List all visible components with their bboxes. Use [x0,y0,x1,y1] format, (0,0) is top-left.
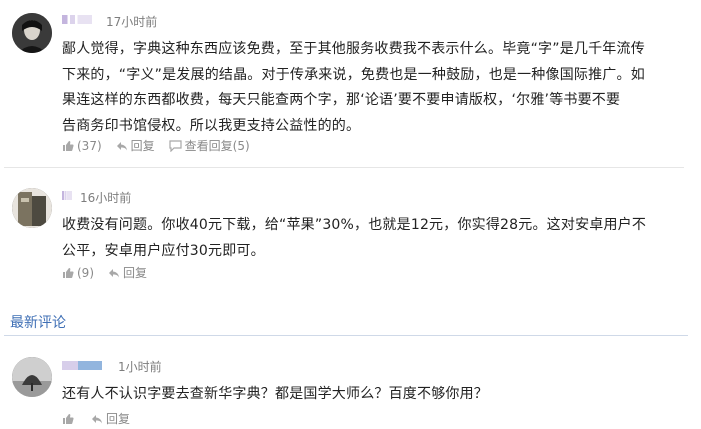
like-button[interactable]: (9) [62,266,94,280]
comment-item: 1小时前 还有人不认识字要去查新华字典？都是国学大师么？百度不够你用？ 回复 [0,340,701,429]
like-button[interactable]: (37) [62,139,102,153]
comment-actions: 回复 [62,410,144,427]
like-button[interactable] [62,413,77,425]
reply-arrow-icon [92,414,102,423]
comment-timestamp: 17小时前 [106,15,158,29]
comment-timestamp: 16小时前 [80,191,132,205]
comment-text-line: 鄙人觉得，字典这种东西应该免费，至于其他服务收费我不表示什么。毕竟“字”是几千年… [62,41,645,57]
view-replies-label: 查看回复(5) [184,139,250,153]
username[interactable] [62,191,72,200]
comment-item: 16小时前 收费没有问题。你收40元下载，给“苹果”30%，也就是12元，你实得… [0,170,701,290]
comment-text-line: 果连这样的东西都收费，每天只能查两个字，那‘论语’要不要申请版权，‘尔雅’等书要… [62,92,621,108]
reply-label: 回复 [123,266,148,280]
reply-button[interactable]: 回复 [116,137,155,154]
thumbs-up-icon [63,140,74,151]
comment-actions: (9) 回复 [62,264,161,281]
comment-text: 收费没有问题。你收40元下载，给“苹果”30%，也就是12元，你实得28元。这对… [62,213,692,264]
thumbs-up-icon [63,267,74,278]
like-count: (37) [77,138,102,153]
comment-text-line: 公平，安卓用户应付30元即可。 [62,242,265,259]
divider [4,335,688,336]
divider [4,167,684,168]
reply-arrow-icon [116,141,127,150]
avatar[interactable] [12,13,52,53]
reply-label: 回复 [106,412,131,426]
comment-text-line: 还有人不认识字要去查新华字典？都是国学大师么？百度不够你用？ [62,386,488,402]
speech-bubble-icon [169,139,182,152]
reply-arrow-icon [109,268,119,277]
username[interactable] [62,15,92,24]
reply-button[interactable]: 回复 [91,410,130,427]
comment-text-line: 收费没有问题。你收40元下载，给“苹果”30%，也就是12元，你实得28元。这对… [62,217,647,233]
avatar[interactable] [12,188,52,228]
latest-comments-heading: 最新评论 [10,315,66,331]
reply-button[interactable]: 回复 [108,264,147,281]
reply-label: 回复 [130,139,155,153]
comment-item: 17小时前 鄙人觉得，字典这种东西应该免费，至于其他服务收费我不表示什么。毕竟“… [0,0,701,165]
comment-actions: (37) 回复 查看回复(5) [62,137,264,154]
view-replies-button[interactable]: 查看回复(5) [169,137,250,154]
comment-text: 还有人不认识字要去查新华字典？都是国学大师么？百度不够你用？ [62,382,692,408]
comment-text-line: 下来的，“字义”是发展的结晶。对于传承来说，免费也是一种鼓励，也是一种像国际推广… [62,66,645,83]
comment-text-line: 告商务印书馆侵权。所以我更支持公益性的的。 [62,117,361,134]
like-count: (9) [77,265,94,280]
comment-timestamp: 1小时前 [118,360,162,374]
comment-text: 鄙人觉得，字典这种东西应该免费，至于其他服务收费我不表示什么。毕竟“字”是几千年… [62,37,692,139]
username[interactable] [62,361,102,370]
avatar[interactable] [12,357,52,397]
thumbs-up-icon [63,413,74,424]
